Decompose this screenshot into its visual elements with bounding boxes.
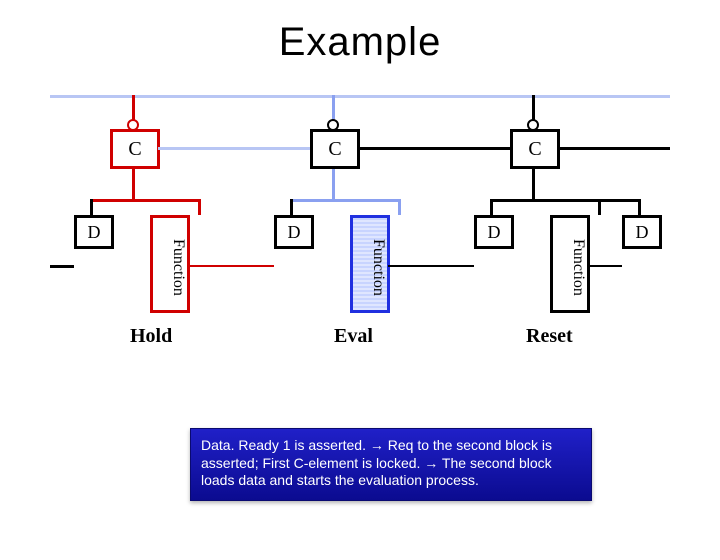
wire-d4-in [638,199,641,215]
function-label-1: Function [169,233,187,296]
function-block-3: Function [550,215,590,313]
wire-c2-h [290,199,400,202]
req-rail [50,95,670,98]
wire-f2-in [398,199,401,215]
wire-f1-in [198,199,201,215]
wire-req-1-2 [158,147,310,150]
wire-c1-h [90,199,200,202]
data-3-out [588,265,622,267]
function-label-3: Function [569,233,587,296]
function-block-2: Function [350,215,390,313]
pipeline-diagram: C D Function C D Function C D Function D… [50,95,670,355]
caption-text: Data. Ready 1 is asserted. → Req to the … [201,437,552,488]
d-latch-3: D [474,215,514,249]
wire-d2-in [290,199,293,215]
c-element-3: C [510,129,560,169]
page-title: Example [0,20,720,65]
wire-c2-down [332,169,335,199]
wire-c3-h [490,199,640,202]
wire-d3-in [490,199,493,215]
data-2-3 [388,265,474,267]
function-label-2: Function [369,233,387,296]
stage-label-eval: Eval [334,325,373,348]
wire-c1-down [132,169,135,199]
c-element-1: C [110,129,160,169]
data-in-rail [50,265,74,268]
caption-box: Data. Ready 1 is asserted. → Req to the … [190,428,592,501]
stage-label-hold: Hold [130,325,172,348]
data-1-2 [188,265,274,267]
d-latch-1: D [74,215,114,249]
wire-f3-in [598,199,601,215]
wire-req-out [558,147,670,150]
wire-c3-down [532,169,535,199]
wire-d1-in [90,199,93,215]
function-block-1: Function [150,215,190,313]
d-latch-4: D [622,215,662,249]
stage-label-reset: Reset [526,325,573,348]
d-latch-2: D [274,215,314,249]
c-element-2: C [310,129,360,169]
wire-req-2-3 [358,147,510,150]
